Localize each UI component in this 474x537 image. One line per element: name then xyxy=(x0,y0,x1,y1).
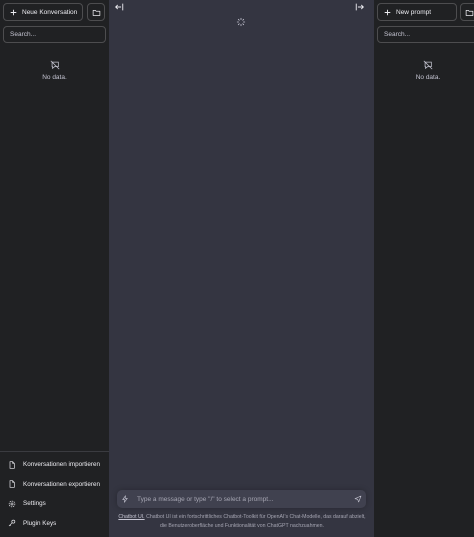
new-prompt-button[interactable]: New prompt xyxy=(377,3,457,21)
chatbot-ui-link[interactable]: Chatbot UI. xyxy=(118,514,144,520)
send-button[interactable] xyxy=(350,495,366,503)
prompt-search-input[interactable] xyxy=(377,26,474,43)
prompt-sidebar: New prompt No data. xyxy=(374,0,474,537)
menu-item-label: Plugin Keys xyxy=(23,519,57,527)
plugin-select-button[interactable] xyxy=(117,495,133,503)
key-icon xyxy=(8,520,16,527)
plugin-keys-button[interactable]: Plugin Keys xyxy=(4,514,105,534)
empty-state-text: No data. xyxy=(415,74,441,81)
plus-icon xyxy=(10,9,17,15)
settings-button[interactable]: Settings xyxy=(4,494,105,514)
chat-sidebar: Neue Konversation No data. Konversatione… xyxy=(0,0,109,537)
chat-main-area: Chatbot UI. Chatbot UI ist ein fortschri… xyxy=(109,0,374,537)
footer-text: Chatbot UI ist ein fortschrittliches Cha… xyxy=(144,514,366,529)
new-prompt-label: New prompt xyxy=(396,8,432,16)
conversation-search-input[interactable] xyxy=(3,26,106,43)
export-conversations-button[interactable]: Konversationen exportieren xyxy=(4,475,105,495)
arrow-bar-right-icon xyxy=(355,3,364,11)
arrow-bar-left-icon xyxy=(115,3,124,11)
message-off-icon xyxy=(423,60,433,70)
menu-item-label: Settings xyxy=(23,500,46,508)
file-export-icon xyxy=(9,480,15,488)
folder-plus-icon xyxy=(465,9,473,16)
close-left-sidebar-button[interactable] xyxy=(113,1,125,13)
footer-disclaimer: Chatbot UI. Chatbot UI ist ein fortschri… xyxy=(117,513,367,530)
menu-item-label: Konversationen exportieren xyxy=(23,480,101,488)
send-icon xyxy=(354,495,362,503)
folder-plus-icon xyxy=(92,9,100,16)
prompts-empty-state: No data. xyxy=(374,60,474,81)
message-off-icon xyxy=(50,60,59,70)
loading-spinner-icon xyxy=(236,17,246,27)
empty-state-text: No data. xyxy=(42,74,67,81)
new-conversation-button[interactable]: Neue Konversation xyxy=(3,3,83,21)
message-input[interactable] xyxy=(133,495,350,503)
menu-item-label: Konversationen importieren xyxy=(23,461,101,469)
new-folder-button[interactable] xyxy=(87,3,105,21)
chat-input-box xyxy=(117,490,366,508)
new-conversation-label: Neue Konversation xyxy=(22,8,78,16)
sidebar-settings-menu: Konversationen importieren Konversatione… xyxy=(0,451,109,537)
plus-icon xyxy=(384,9,391,15)
conversations-empty-state: No data. xyxy=(0,60,109,81)
new-prompt-folder-button[interactable] xyxy=(460,3,474,21)
import-conversations-button[interactable]: Konversationen importieren xyxy=(4,455,105,475)
bolt-icon xyxy=(122,495,128,503)
settings-icon xyxy=(8,500,16,507)
close-right-sidebar-button[interactable] xyxy=(354,1,366,13)
file-import-icon xyxy=(9,461,15,469)
